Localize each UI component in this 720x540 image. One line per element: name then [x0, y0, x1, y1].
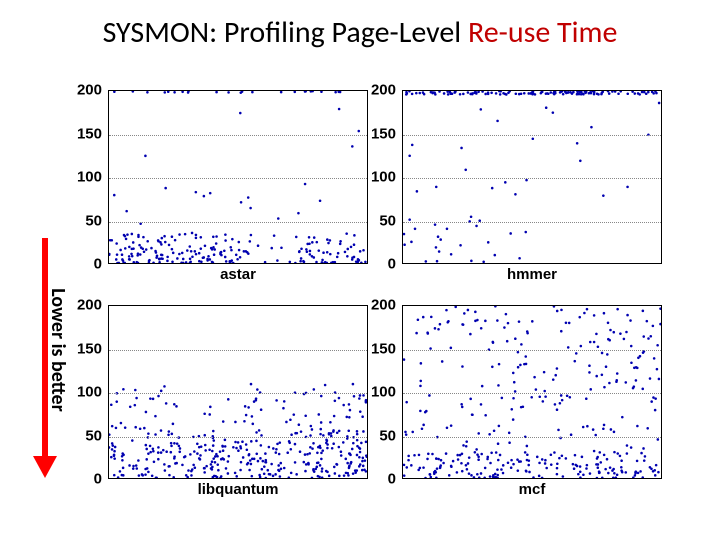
scatter-points	[109, 306, 367, 478]
plot-mcf: mcf 050100150200	[402, 305, 662, 479]
scatter-points	[109, 91, 367, 263]
ytick-label: 200	[77, 82, 102, 99]
ytick-label: 50	[379, 427, 396, 444]
slide: SYSMON: Profiling Page-Level Re-use Time…	[0, 0, 720, 540]
xlabel: mcf	[402, 481, 662, 498]
arrow-head-icon	[33, 456, 57, 478]
ytick-label: 200	[371, 297, 396, 314]
ytick-label: 50	[85, 212, 102, 229]
xlabel: libquantum	[108, 481, 368, 498]
scatter-points	[403, 91, 661, 263]
gridline	[403, 350, 661, 351]
plot-box	[108, 90, 368, 264]
ytick-label: 100	[371, 169, 396, 186]
gridline	[109, 178, 367, 179]
title-part-1: SYSMON: Profiling Page-Level	[103, 14, 468, 51]
plot-box	[402, 90, 662, 264]
gridline	[403, 135, 661, 136]
plot-hmmer: hmmer 050100150200	[402, 90, 662, 264]
xlabel: astar	[108, 266, 368, 283]
gridline	[109, 437, 367, 438]
title-part-2-red: Re-use Time	[468, 14, 617, 51]
gridline	[403, 437, 661, 438]
ytick-label: 0	[94, 471, 102, 488]
plot-box	[108, 305, 368, 479]
scatter-points	[403, 306, 661, 478]
lower-is-better-arrow: Lower is better	[30, 238, 60, 478]
lower-is-better-label: Lower is better	[46, 270, 70, 430]
gridline	[109, 135, 367, 136]
gridline	[109, 222, 367, 223]
ytick-label: 200	[77, 297, 102, 314]
ytick-label: 0	[388, 471, 396, 488]
plot-astar: astar 050100150200	[108, 90, 368, 264]
gridline	[109, 393, 367, 394]
ytick-label: 150	[77, 125, 102, 142]
ytick-label: 100	[371, 384, 396, 401]
plot-libquantum: libquantum 050100150200	[108, 305, 368, 479]
gridline	[403, 222, 661, 223]
ytick-label: 150	[371, 340, 396, 357]
plot-grid: astar 050100150200 hmmer 050100150200 li…	[70, 90, 690, 520]
plot-box	[402, 305, 662, 479]
ytick-label: 200	[371, 82, 396, 99]
ytick-label: 150	[371, 125, 396, 142]
ytick-label: 100	[77, 169, 102, 186]
gridline	[403, 178, 661, 179]
gridline	[109, 350, 367, 351]
ytick-label: 100	[77, 384, 102, 401]
ytick-label: 50	[379, 212, 396, 229]
gridline	[403, 393, 661, 394]
ytick-label: 50	[85, 427, 102, 444]
ytick-label: 0	[94, 256, 102, 273]
ytick-label: 150	[77, 340, 102, 357]
ytick-label: 0	[388, 256, 396, 273]
page-title: SYSMON: Profiling Page-Level Re-use Time	[0, 14, 720, 51]
xlabel: hmmer	[402, 266, 662, 283]
